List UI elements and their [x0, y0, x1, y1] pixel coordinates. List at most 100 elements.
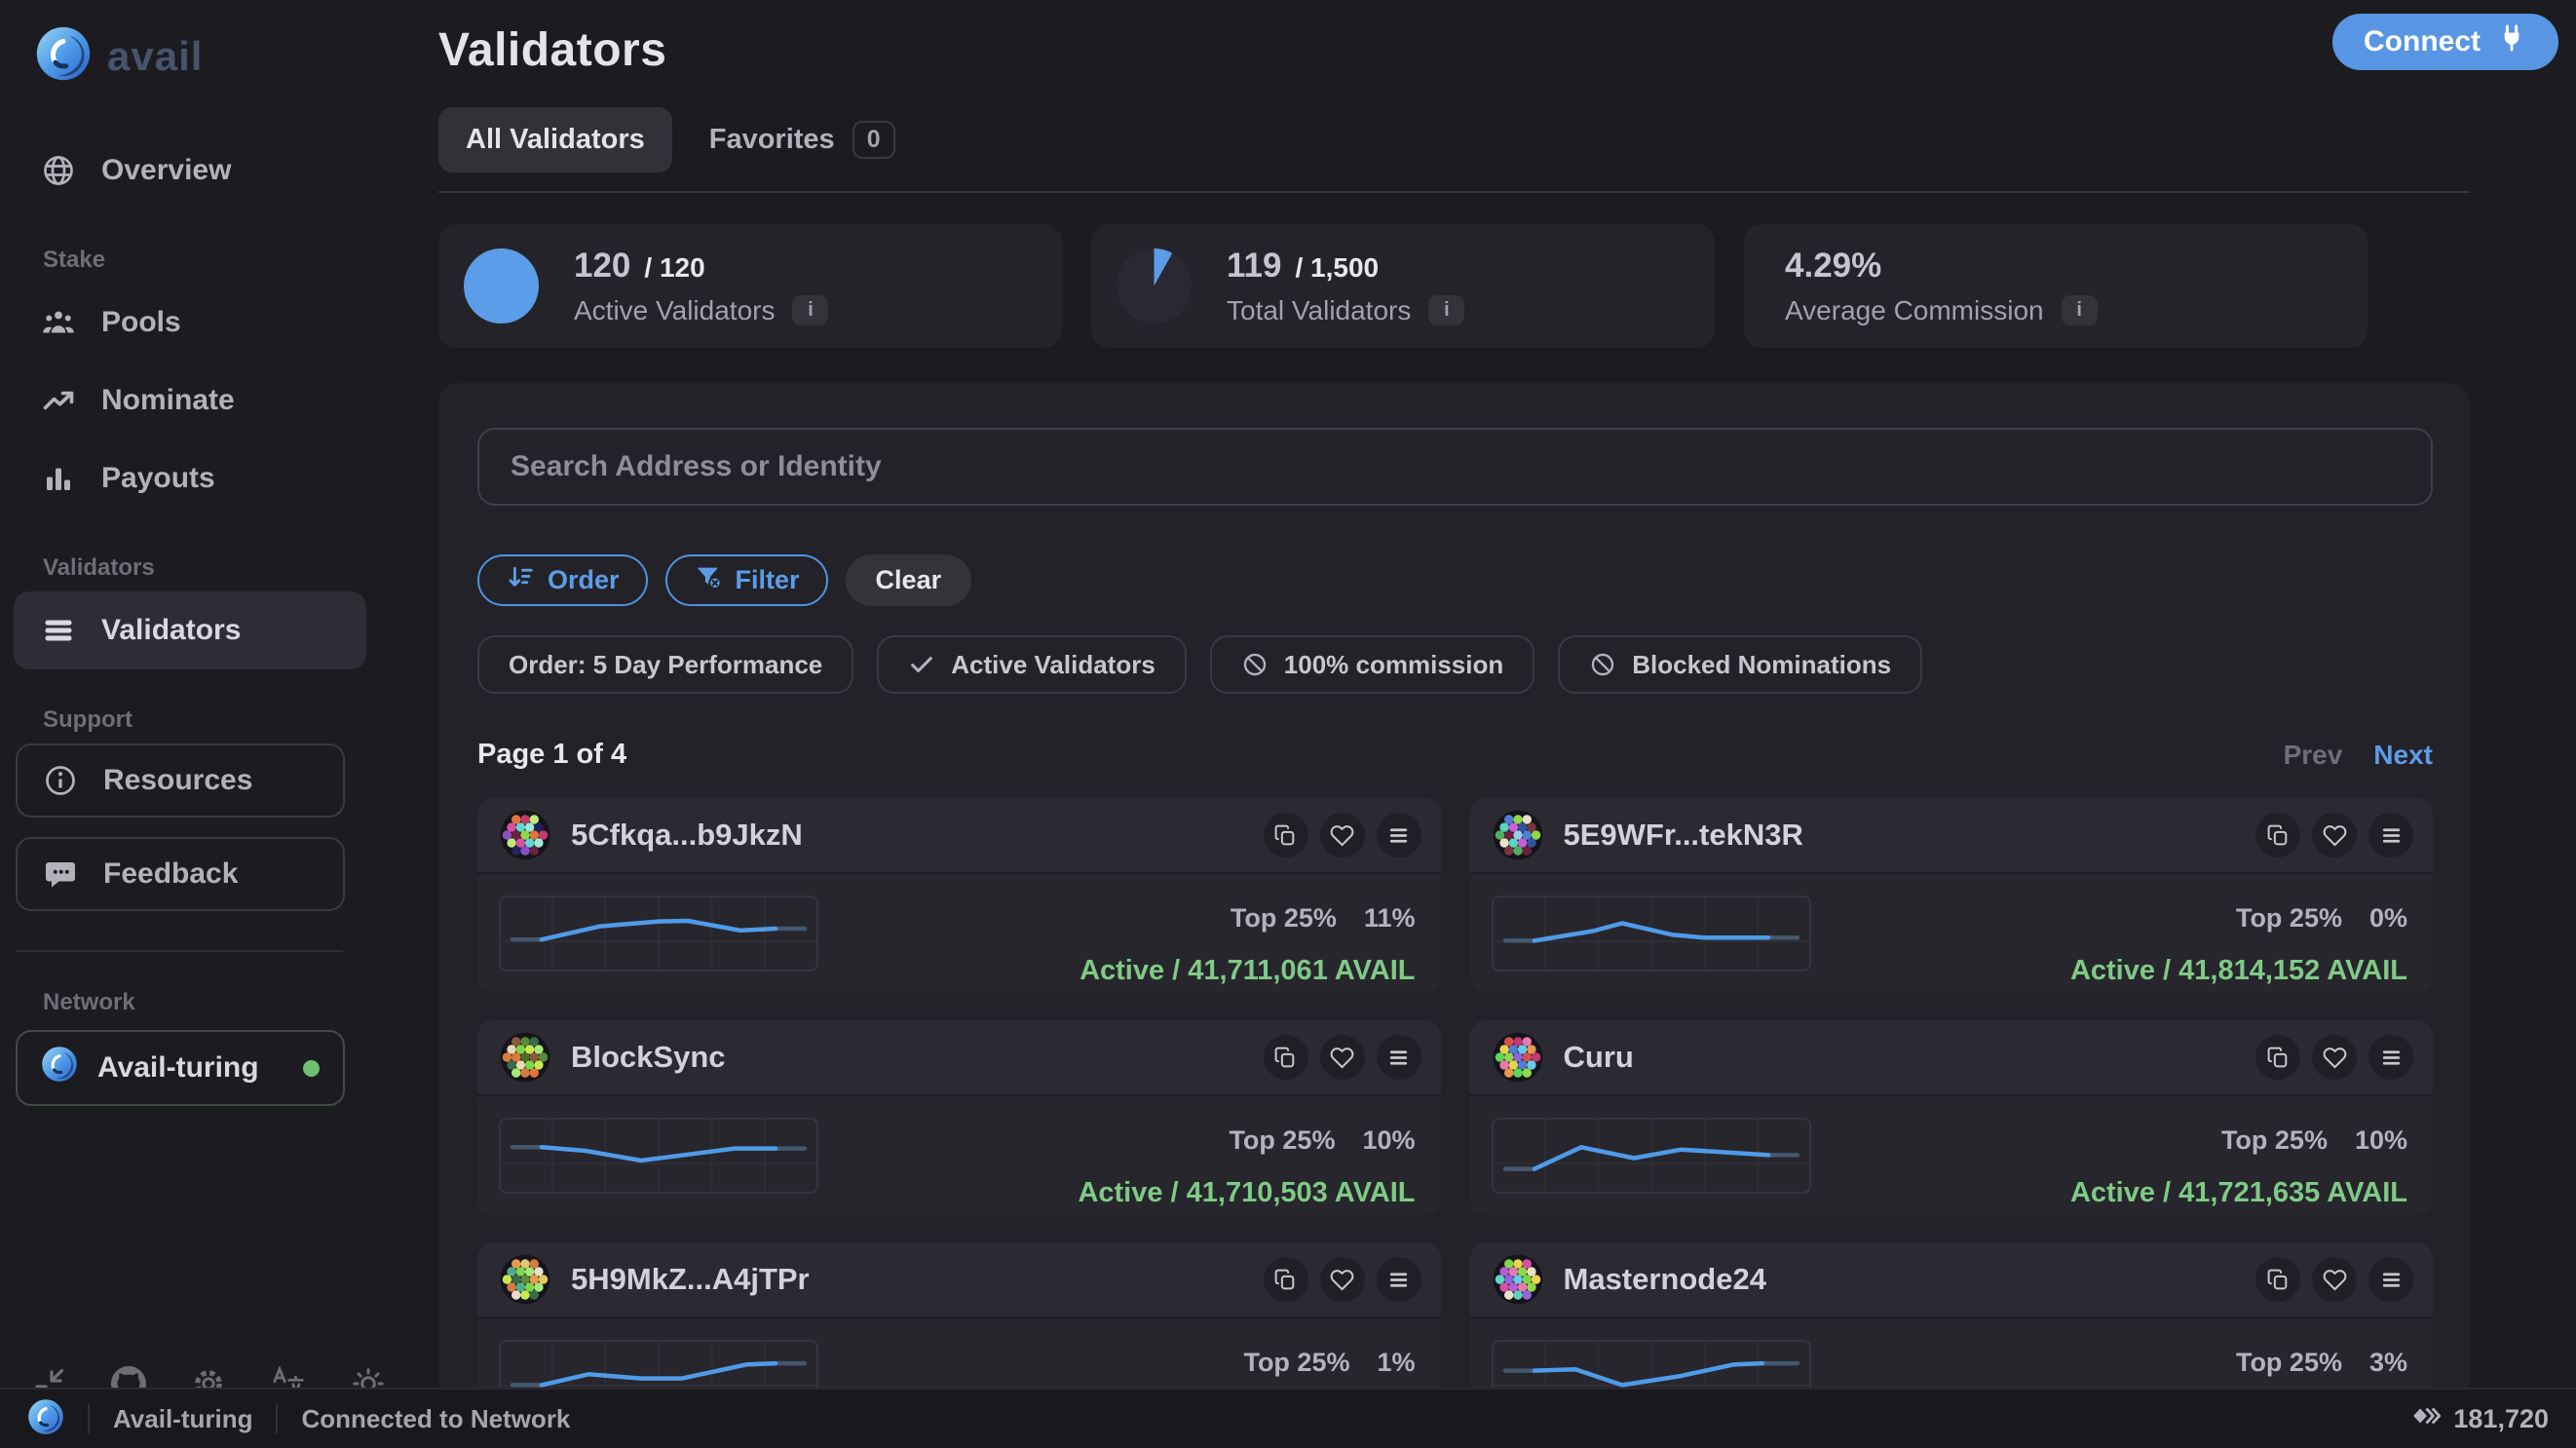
menu-icon — [1386, 823, 1411, 848]
bar-chart-icon — [41, 461, 76, 496]
tab-favorites[interactable]: Favorites0 — [682, 104, 923, 175]
copy-icon — [2266, 1268, 2291, 1292]
rank-label: Top 25% — [1243, 1348, 1349, 1377]
sidebar-item-nominate[interactable]: Nominate — [14, 362, 366, 439]
rank-label: Top 25% — [2236, 903, 2342, 933]
stat-value: 4.29% — [1785, 247, 2098, 286]
stats-row: 120/ 120Active Validatorsi119/ 1,500Tota… — [438, 224, 2470, 348]
sidebar-item-pools[interactable]: Pools — [14, 284, 366, 362]
menu-icon — [1386, 1268, 1411, 1292]
favorite-button[interactable] — [1320, 1035, 1365, 1080]
sort-icon — [506, 562, 535, 598]
trend-up-icon — [41, 383, 76, 418]
validator-card-header: Curu — [1470, 1020, 2434, 1096]
search-input[interactable] — [477, 428, 2433, 506]
plug-icon — [2496, 22, 2527, 61]
stat-label: Average Commission i — [1785, 295, 2098, 326]
filter-button[interactable]: Filter — [665, 554, 828, 606]
performance-percent: 10% — [1362, 1125, 1415, 1155]
validator-name: Masternode24 — [1564, 1262, 1766, 1297]
filter-chips: Order: 5 Day Performance Active Validator… — [477, 635, 2433, 694]
sidebar-item-resources[interactable]: Resources — [16, 743, 345, 818]
rank-label: Top 25% — [2221, 1125, 2328, 1155]
network-selector[interactable]: Avail-turing — [16, 1030, 345, 1106]
sidebar-section-label: Validators — [43, 554, 366, 582]
card-menu-button[interactable] — [2368, 1257, 2413, 1302]
sidebar-item-payouts[interactable]: Payouts — [14, 439, 366, 517]
app-window: avail OverviewStakePoolsNominatePayoutsV… — [0, 0, 2576, 1448]
validator-actions — [2255, 813, 2413, 857]
statusbar-connection: Connected to Network — [301, 1404, 570, 1434]
sidebar-divider — [16, 950, 343, 952]
copy-icon — [2266, 823, 2291, 848]
slash-icon — [1589, 651, 1616, 678]
validator-rank: Top 25%0% — [2070, 903, 2407, 934]
favorite-button[interactable] — [1320, 813, 1365, 857]
copy-address-button[interactable] — [2255, 1257, 2300, 1302]
sidebar-item-feedback[interactable]: Feedback — [16, 837, 345, 911]
favorite-button[interactable] — [2312, 813, 2357, 857]
heart-icon — [1330, 1268, 1354, 1292]
favorite-button[interactable] — [1320, 1257, 1365, 1302]
validator-card-header: 5H9MkZ...A4jTPr — [477, 1242, 1441, 1318]
stat-label-text: Average Commission — [1785, 295, 2044, 326]
info-icon[interactable]: i — [1428, 295, 1464, 325]
favorite-button[interactable] — [2312, 1257, 2357, 1302]
copy-address-button[interactable] — [1264, 1035, 1308, 1080]
rank-label: Top 25% — [1231, 903, 1337, 933]
validator-card: 5E9WFr...tekN3RTop 25%0%Active / 41,814,… — [1470, 798, 2434, 993]
block-number: 181,720 — [2453, 1404, 2549, 1434]
rank-label: Top 25% — [1229, 1125, 1335, 1155]
sidebar-item-label: Validators — [101, 614, 241, 647]
card-menu-button[interactable] — [1377, 813, 1421, 857]
sparkline-wrap — [1492, 895, 1811, 987]
tabs: All ValidatorsFavorites0 — [438, 104, 2470, 175]
sidebar-nav: OverviewStakePoolsNominatePayoutsValidat… — [14, 132, 366, 931]
copy-address-button[interactable] — [1264, 813, 1308, 857]
card-menu-button[interactable] — [1377, 1035, 1421, 1080]
copy-address-button[interactable] — [1264, 1257, 1308, 1302]
sidebar-section-network: Network — [43, 989, 366, 1016]
filter-chip[interactable]: Blocked Nominations — [1558, 635, 1922, 694]
stat-label-text: Active Validators — [574, 295, 775, 326]
tab-all-validators[interactable]: All Validators — [438, 107, 672, 172]
validator-card-header: Masternode24 — [1470, 1242, 2434, 1318]
stat-value-total: / 120 — [644, 252, 704, 284]
filter-chip[interactable]: Active Validators — [877, 635, 1187, 694]
heart-icon — [1330, 1046, 1354, 1070]
validator-identicon — [499, 1031, 551, 1084]
validator-card-header: 5E9WFr...tekN3R — [1470, 798, 2434, 874]
prev-page-link[interactable]: Prev — [2284, 740, 2343, 771]
filter-chip[interactable]: Order: 5 Day Performance — [477, 635, 853, 694]
performance-percent: 11% — [1364, 903, 1416, 933]
funnel-icon — [694, 562, 723, 598]
validators-panel: Order Filter Clear Order: 5 Day Performa… — [438, 383, 2470, 1448]
info-icon[interactable]: i — [792, 295, 828, 325]
info-icon[interactable]: i — [2062, 295, 2098, 325]
validator-rank: Top 25% 10% — [1078, 1125, 1415, 1156]
stat-pie-chart — [464, 248, 539, 324]
next-page-link[interactable]: Next — [2373, 740, 2433, 771]
stat-value: 120/ 120 — [574, 247, 828, 286]
copy-address-button[interactable] — [2255, 1035, 2300, 1080]
card-menu-button[interactable] — [2368, 1035, 2413, 1080]
validator-identicon — [1492, 809, 1544, 861]
brand-logo: avail — [14, 25, 366, 87]
sidebar-item-overview[interactable]: Overview — [14, 132, 366, 210]
validator-card-body: Top 25%11%Active / 41,711,061 AVAIL — [477, 874, 1441, 987]
card-menu-button[interactable] — [1377, 1257, 1421, 1302]
validator-actions — [2255, 1035, 2413, 1080]
avail-logo-icon — [27, 1398, 64, 1440]
menu-icon — [1386, 1046, 1411, 1070]
validator-status: Active / 41,721,635 AVAIL — [2070, 1177, 2407, 1209]
card-menu-button[interactable] — [2368, 813, 2413, 857]
sparkline-wrap — [1492, 1118, 1811, 1209]
order-button[interactable]: Order — [477, 554, 648, 606]
check-icon — [908, 651, 935, 678]
connect-wallet-button[interactable]: Connect — [2332, 14, 2558, 70]
clear-button[interactable]: Clear — [846, 554, 972, 606]
filter-chip[interactable]: 100% commission — [1210, 635, 1534, 694]
copy-address-button[interactable] — [2255, 813, 2300, 857]
sidebar-item-validators[interactable]: Validators — [14, 591, 366, 669]
favorite-button[interactable] — [2312, 1035, 2357, 1080]
